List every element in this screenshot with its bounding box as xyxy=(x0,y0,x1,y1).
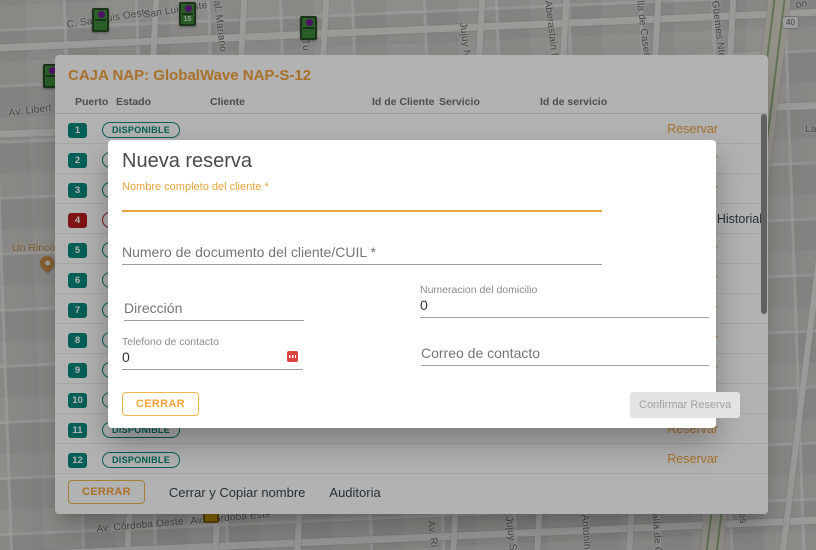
cerrar-reserva-button[interactable]: CERRAR xyxy=(122,392,199,416)
documento-input[interactable] xyxy=(122,244,602,265)
telefono-field-label: Telefono de contacto xyxy=(122,336,219,348)
direccion-input[interactable] xyxy=(124,300,304,321)
numeracion-input[interactable] xyxy=(420,297,709,318)
correo-input[interactable] xyxy=(421,345,709,366)
nombre-cliente-input[interactable] xyxy=(122,190,602,212)
numeracion-field-label: Numeracion del domicilio xyxy=(420,284,538,296)
confirmar-reserva-button[interactable]: Confirmar Reserva xyxy=(630,392,741,418)
telefono-input[interactable] xyxy=(122,349,303,370)
dialog-title: Nueva reserva xyxy=(122,150,253,172)
app-stage: C. San Luis Oeste San Luis Este al. Marian… xyxy=(0,0,816,550)
nueva-reserva-dialog: Nueva reserva Nombre completo del client… xyxy=(108,140,741,428)
telefono-validation-icon xyxy=(287,351,298,362)
